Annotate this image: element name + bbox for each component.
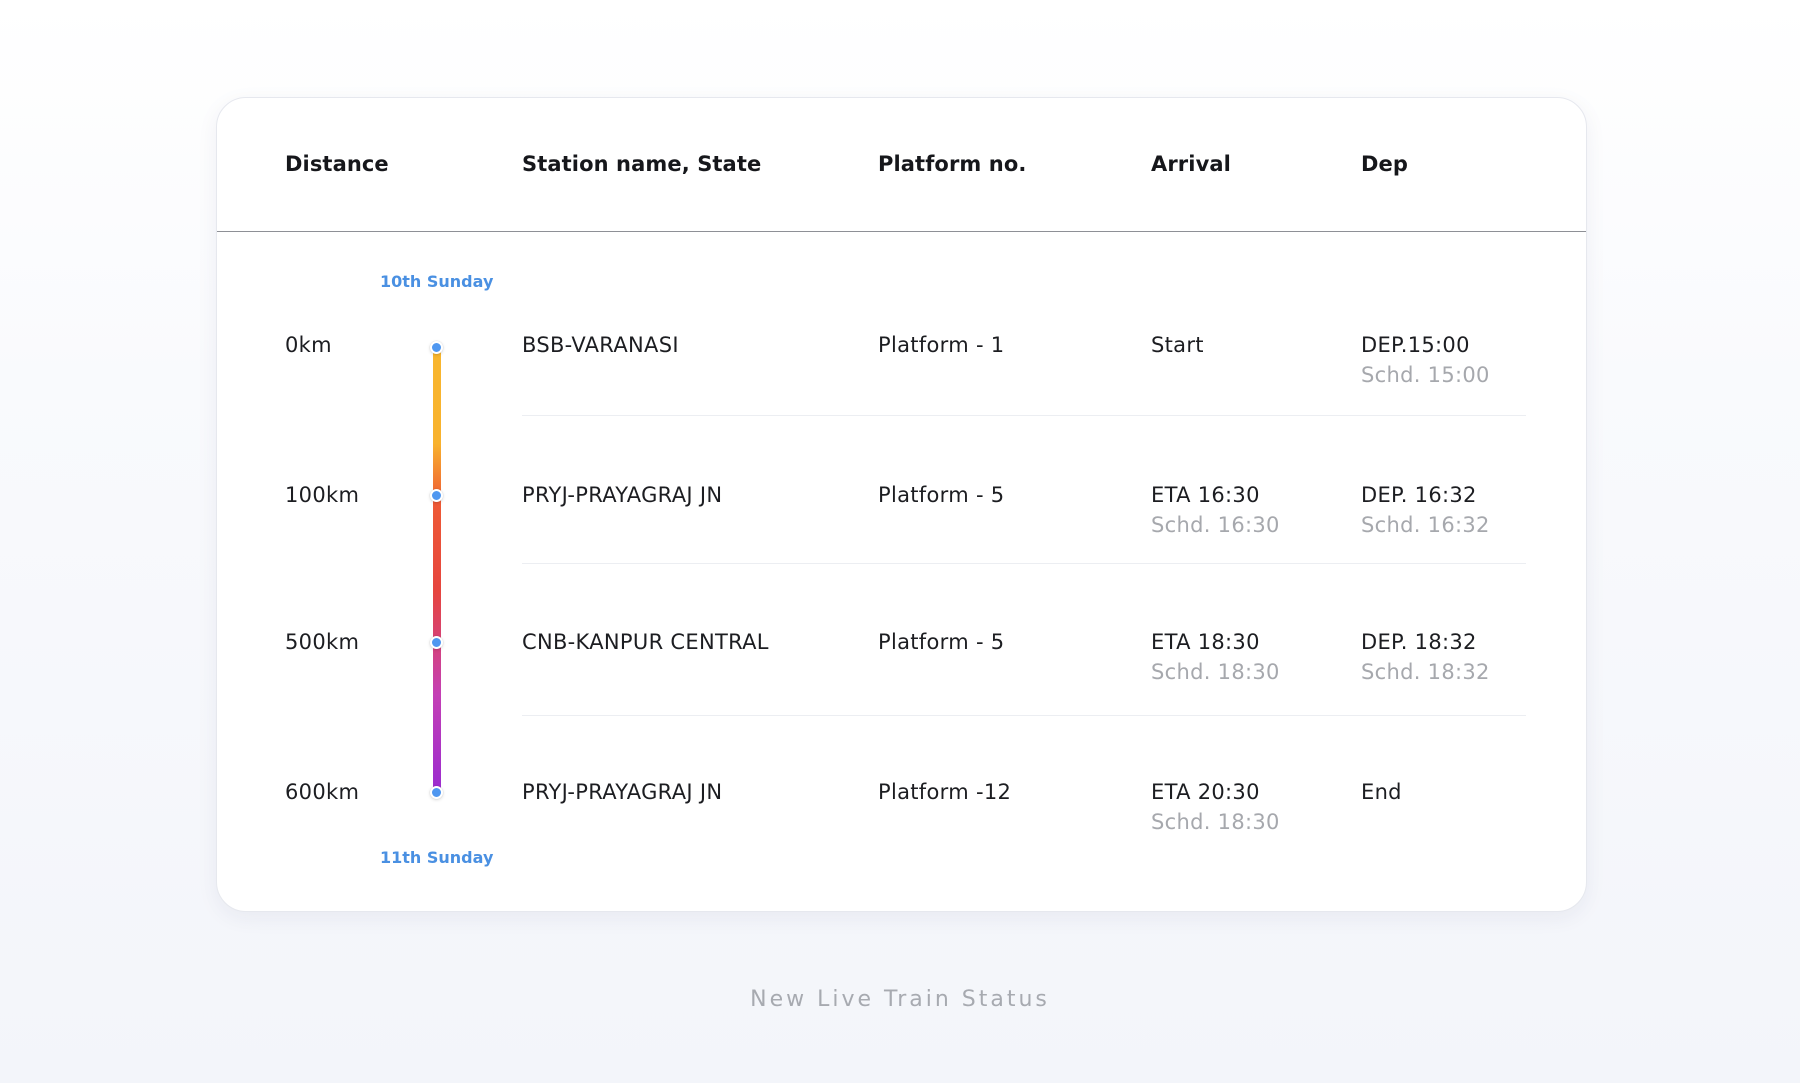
platform-cell: Platform -12: [878, 780, 1012, 804]
platform-cell: Platform - 1: [878, 333, 1005, 357]
header-platform: Platform no.: [878, 152, 1027, 176]
departure-scheduled: Schd. 16:32: [1361, 513, 1490, 537]
station-cell: PRYJ-PRAYAGRAJ JN: [522, 483, 723, 507]
arrival-scheduled: Schd. 18:30: [1151, 660, 1280, 684]
distance-cell: 100km: [285, 483, 360, 507]
departure-cell: End: [1361, 782, 1402, 803]
arrival-cell: Start: [1151, 335, 1204, 356]
arrival-cell: ETA 16:30 Schd. 16:30: [1151, 485, 1280, 536]
arrival-time: ETA 20:30: [1151, 780, 1260, 804]
header-distance: Distance: [285, 152, 389, 176]
page-caption: New Live Train Status: [750, 987, 1050, 1012]
timeline-stop-dot: [430, 786, 443, 799]
departure-time: End: [1361, 780, 1402, 804]
arrival-scheduled: Schd. 18:30: [1151, 810, 1280, 834]
page-frame: Distance Station name, State Platform no…: [0, 0, 1800, 1083]
train-status-card: Distance Station name, State Platform no…: [216, 97, 1587, 912]
row-divider: [522, 415, 1526, 416]
departure-scheduled: Schd. 15:00: [1361, 363, 1490, 387]
timeline-stop-dot: [430, 489, 443, 502]
departure-time: DEP.15:00: [1361, 333, 1470, 357]
station-cell: CNB-KANPUR CENTRAL: [522, 630, 769, 654]
row-divider: [522, 563, 1526, 564]
arrival-scheduled: Schd. 16:30: [1151, 513, 1280, 537]
arrival-cell: ETA 20:30 Schd. 18:30: [1151, 782, 1280, 833]
arrival-time: ETA 18:30: [1151, 630, 1260, 654]
timeline-stop-dot: [430, 341, 443, 354]
departure-cell: DEP. 16:32 Schd. 16:32: [1361, 485, 1490, 536]
distance-cell: 500km: [285, 630, 360, 654]
station-cell: BSB-VARANASI: [522, 333, 679, 357]
departure-time: DEP. 16:32: [1361, 483, 1477, 507]
header-arrival: Arrival: [1151, 152, 1231, 176]
timeline-stop-dot: [430, 636, 443, 649]
header-dep: Dep: [1361, 152, 1409, 176]
departure-cell: DEP. 18:32 Schd. 18:32: [1361, 632, 1490, 683]
departure-scheduled: Schd. 18:32: [1361, 660, 1490, 684]
table-header: Distance Station name, State Platform no…: [217, 98, 1586, 232]
distance-cell: 600km: [285, 780, 360, 804]
departure-time: DEP. 18:32: [1361, 630, 1477, 654]
distance-cell: 0km: [285, 333, 332, 357]
end-day-label: 11th Sunday: [380, 848, 494, 867]
arrival-time: Start: [1151, 333, 1204, 357]
arrival-time: ETA 16:30: [1151, 483, 1260, 507]
station-cell: PRYJ-PRAYAGRAJ JN: [522, 780, 723, 804]
arrival-cell: ETA 18:30 Schd. 18:30: [1151, 632, 1280, 683]
start-day-label: 10th Sunday: [380, 272, 494, 291]
route-timeline-line: [433, 345, 441, 793]
row-divider: [522, 715, 1526, 716]
platform-cell: Platform - 5: [878, 630, 1005, 654]
departure-cell: DEP.15:00 Schd. 15:00: [1361, 335, 1490, 386]
header-station: Station name, State: [522, 152, 762, 176]
platform-cell: Platform - 5: [878, 483, 1005, 507]
